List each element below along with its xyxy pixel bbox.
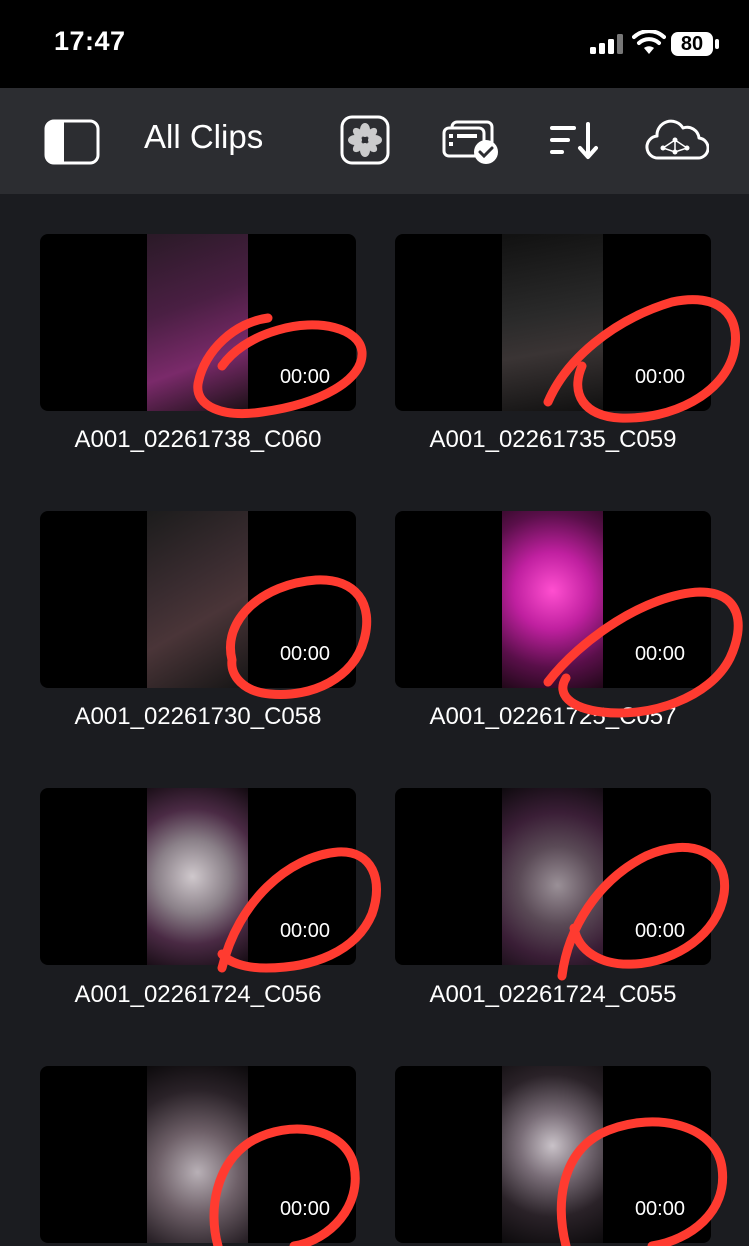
thumbnail-image: [147, 1066, 248, 1243]
clip-thumbnail[interactable]: 00:00: [395, 234, 711, 411]
clip-name[interactable]: A001_02261725_C057: [395, 703, 711, 731]
thumbnail-image: [147, 234, 248, 411]
wifi-icon: [632, 30, 666, 54]
clip-thumbnail[interactable]: 00:00: [40, 234, 356, 411]
cloud-network-icon[interactable]: [645, 118, 709, 164]
clip-duration: 00:00: [634, 366, 685, 388]
clip-duration: 00:00: [279, 1198, 330, 1220]
clip-name[interactable]: A001_02261724_C055: [395, 981, 711, 1009]
status-time: 17:47: [54, 26, 126, 56]
clip-name[interactable]: A001_02261730_C058: [40, 703, 356, 731]
clip-thumbnail[interactable]: 00:00: [395, 1066, 711, 1243]
clip-thumbnail[interactable]: 00:00: [40, 788, 356, 965]
thumbnail-image: [502, 788, 603, 965]
clip-duration: 00:00: [279, 366, 330, 388]
sidebar-toggle-icon[interactable]: [44, 119, 100, 165]
battery-level: 80: [680, 33, 704, 55]
clip-name[interactable]: A001_02261724_C056: [40, 981, 356, 1009]
clip-thumbnail[interactable]: 00:00: [395, 511, 711, 688]
clip-duration: 00:00: [634, 1198, 685, 1220]
thumbnail-image: [147, 788, 248, 965]
cellular-signal-icon: [590, 34, 623, 54]
clip-duration: 00:00: [634, 920, 685, 942]
clip-thumbnail[interactable]: 00:00: [40, 1066, 356, 1243]
clip-duration: 00:00: [634, 643, 685, 665]
thumbnail-image: [147, 511, 248, 688]
status-bar: 17:47 80: [0, 0, 749, 88]
clip-name[interactable]: A001_02261735_C059: [395, 426, 711, 454]
clip-thumbnail[interactable]: 00:00: [40, 511, 356, 688]
page-title: All Clips: [144, 118, 264, 155]
thumbnail-image: [502, 511, 603, 688]
thumbnail-image: [502, 234, 603, 411]
clip-thumbnail[interactable]: 00:00: [395, 788, 711, 965]
media-select-icon[interactable]: [442, 120, 502, 166]
clip-duration: 00:00: [279, 920, 330, 942]
clip-duration: 00:00: [279, 643, 330, 665]
photos-icon[interactable]: [340, 115, 390, 165]
clip-name[interactable]: A001_02261738_C060: [40, 426, 356, 454]
thumbnail-image: [502, 1066, 603, 1243]
sort-icon[interactable]: [548, 120, 600, 162]
